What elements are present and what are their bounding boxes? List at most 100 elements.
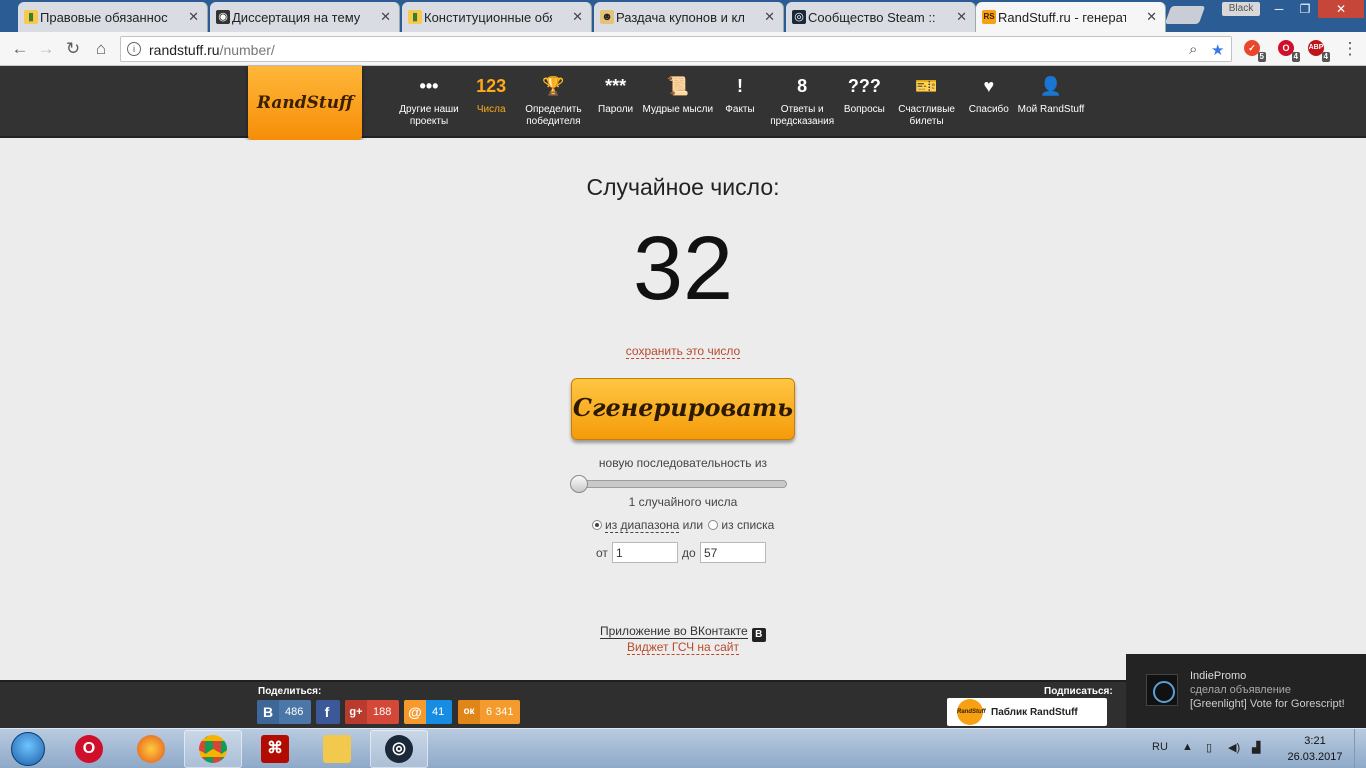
url-text: randstuff.ru/number/ [149, 42, 275, 58]
windows-logo-icon [11, 732, 45, 766]
taskbar-explorer[interactable] [308, 730, 366, 768]
nav-my-randstuff[interactable]: 👤 Мой RandStuff [1014, 74, 1088, 116]
tab-close-icon[interactable]: ✕ [188, 9, 199, 25]
start-button[interactable] [2, 729, 56, 768]
back-icon[interactable]: ← [10, 39, 30, 59]
steam-favicon-icon: ◎ [792, 10, 806, 24]
taskbar-steam[interactable]: ◎ [370, 730, 428, 768]
to-label: до [682, 546, 696, 560]
steam-icon: ◎ [385, 735, 413, 763]
mode-range-label[interactable]: из диапазона [605, 518, 680, 533]
tab-close-icon[interactable]: ✕ [956, 9, 967, 25]
avatar-favicon-icon: ☻ [600, 10, 614, 24]
indiepromo-avatar [1146, 674, 1178, 706]
randstuff-favicon-icon: RS [982, 10, 996, 24]
browser-toolbar: ← → ↻ ⌂ i randstuff.ru/number/ ⌕ ★ ✓ 5 O4… [0, 32, 1366, 66]
share-googleplus[interactable]: g+ 188 [345, 700, 399, 724]
from-input[interactable]: 1 [612, 542, 678, 563]
taskbar-acrobat[interactable]: ⌘ [246, 730, 304, 768]
save-number-link[interactable]: сохранить это число [625, 344, 741, 359]
site-logo[interactable]: RandStuff [248, 66, 362, 140]
opera-icon: O [75, 735, 103, 763]
clock[interactable]: 3:21 26.03.2017 [1280, 733, 1350, 765]
extension-1-icon[interactable]: ✓ 5 [1244, 40, 1266, 62]
browser-tab-3[interactable]: ▮ Конституционные обяз ✕ [402, 2, 592, 32]
widget-link[interactable]: Виджет ГСЧ на сайт [627, 640, 739, 655]
search-icon[interactable]: ⌕ [1189, 41, 1197, 58]
vk-icon: B [257, 700, 279, 724]
public-button[interactable]: RandStuff Паблик RandStuff [947, 698, 1107, 726]
site-header: RandStuff ••• Другие наши проекты 123 Числа… [0, 66, 1366, 140]
address-bar[interactable]: i randstuff.ru/number/ ⌕ ★ [120, 36, 1232, 62]
sequence-label: новую последовательность из [598, 456, 768, 470]
language-indicator[interactable]: RU [1152, 741, 1168, 753]
power-icon[interactable]: ▯ [1206, 741, 1212, 754]
tab-title: RandStuff.ru - генератор [998, 9, 1126, 25]
profile-button[interactable]: Black [1222, 2, 1260, 16]
network-icon[interactable]: ▟ [1252, 741, 1260, 754]
chart-favicon-icon: ▮ [24, 10, 38, 24]
home-icon[interactable]: ⌂ [91, 39, 111, 59]
facebook-icon: f [324, 704, 330, 720]
radio-range[interactable] [592, 520, 602, 530]
radio-list[interactable] [708, 520, 719, 530]
result-heading: Случайное число: [586, 174, 780, 200]
opera-extension-icon[interactable]: O4 [1278, 40, 1300, 62]
forward-icon[interactable]: → [36, 39, 56, 59]
tab-title: Раздача купонов и клю [616, 9, 744, 25]
menu-icon[interactable]: ⋮ [1340, 39, 1360, 59]
googleplus-icon: g+ [345, 700, 367, 724]
to-input[interactable]: 57 [700, 542, 766, 563]
soccer-favicon-icon: ◉ [216, 10, 230, 24]
share-odnoklassniki[interactable]: ок 6 341 [458, 700, 520, 724]
new-tab-button[interactable] [1164, 6, 1206, 24]
generate-button[interactable]: Сгенерировать [571, 378, 795, 440]
share-vk[interactable]: B 486 [257, 700, 311, 724]
share-count: 486 [285, 706, 304, 718]
clock-date: 26.03.2017 [1287, 751, 1343, 763]
show-hidden-icons[interactable]: ▲ [1182, 741, 1193, 753]
minimize-icon[interactable]: ─ [1266, 0, 1292, 18]
share-count: 6 341 [486, 706, 514, 718]
share-facebook[interactable]: f [316, 700, 340, 724]
vk-app-link[interactable]: Приложение во ВКонтакте [600, 624, 748, 639]
tab-close-icon[interactable]: ✕ [1146, 9, 1157, 25]
browser-tabstrip: ▮ Правовые обязанности ✕ ◉ Диссертация н… [0, 0, 1366, 32]
tab-close-icon[interactable]: ✕ [380, 9, 391, 25]
mode-list-label[interactable]: из списка [721, 518, 774, 532]
nav-my-randstuff-label: Мой RandStuff [1017, 104, 1085, 115]
window-close-icon[interactable]: ✕ [1318, 0, 1364, 18]
tab-close-icon[interactable]: ✕ [572, 9, 583, 25]
reload-icon[interactable]: ↻ [63, 39, 83, 59]
share-label: Поделиться: [258, 686, 322, 697]
mode-selector: из диапазона или из списка [592, 518, 774, 533]
chart-favicon-icon: ▮ [408, 10, 422, 24]
slider-knob[interactable] [570, 475, 588, 493]
volume-icon[interactable]: ◀) [1228, 741, 1240, 754]
widget-link-wrap: Виджет ГСЧ на сайт [0, 640, 1366, 655]
restore-icon[interactable]: ❐ [1292, 0, 1318, 18]
taskbar-chrome[interactable] [184, 730, 242, 768]
odnoklassniki-icon: ок [458, 700, 480, 724]
browser-tab-6[interactable]: RS RandStuff.ru - генератор ✕ [976, 2, 1166, 32]
browser-tab-4[interactable]: ☻ Раздача купонов и клю ✕ [594, 2, 784, 32]
count-slider[interactable] [570, 475, 787, 493]
share-mailru[interactable]: @41 [404, 700, 452, 724]
tab-title: Сообщество Steam :: Пр [808, 9, 936, 25]
browser-tab-2[interactable]: ◉ Диссертация на тему «К ✕ [210, 2, 400, 32]
steam-notification[interactable]: IndiePromo сделал объявление [Greenlight… [1126, 654, 1366, 728]
browser-tab-5[interactable]: ◎ Сообщество Steam :: Пр ✕ [786, 2, 976, 32]
mode-or-label: или [682, 518, 704, 532]
taskbar-firefox[interactable] [122, 730, 180, 768]
bookmark-star-icon[interactable]: ★ [1211, 41, 1224, 59]
browser-tab-1[interactable]: ▮ Правовые обязанности ✕ [18, 2, 208, 32]
notification-line2: [Greenlight] Vote for Gorescript! [1190, 698, 1345, 710]
show-desktop-button[interactable] [1354, 729, 1366, 768]
nav-my-randstuff-icon: 👤 [1039, 76, 1063, 96]
site-info-icon[interactable]: i [127, 42, 141, 56]
count-label: 1 случайного числа [628, 495, 738, 509]
tab-close-icon[interactable]: ✕ [764, 9, 775, 25]
taskbar-opera[interactable]: O [60, 730, 118, 768]
acrobat-icon: ⌘ [261, 735, 289, 763]
adblock-extension-icon[interactable]: ABP 4 [1308, 40, 1330, 62]
